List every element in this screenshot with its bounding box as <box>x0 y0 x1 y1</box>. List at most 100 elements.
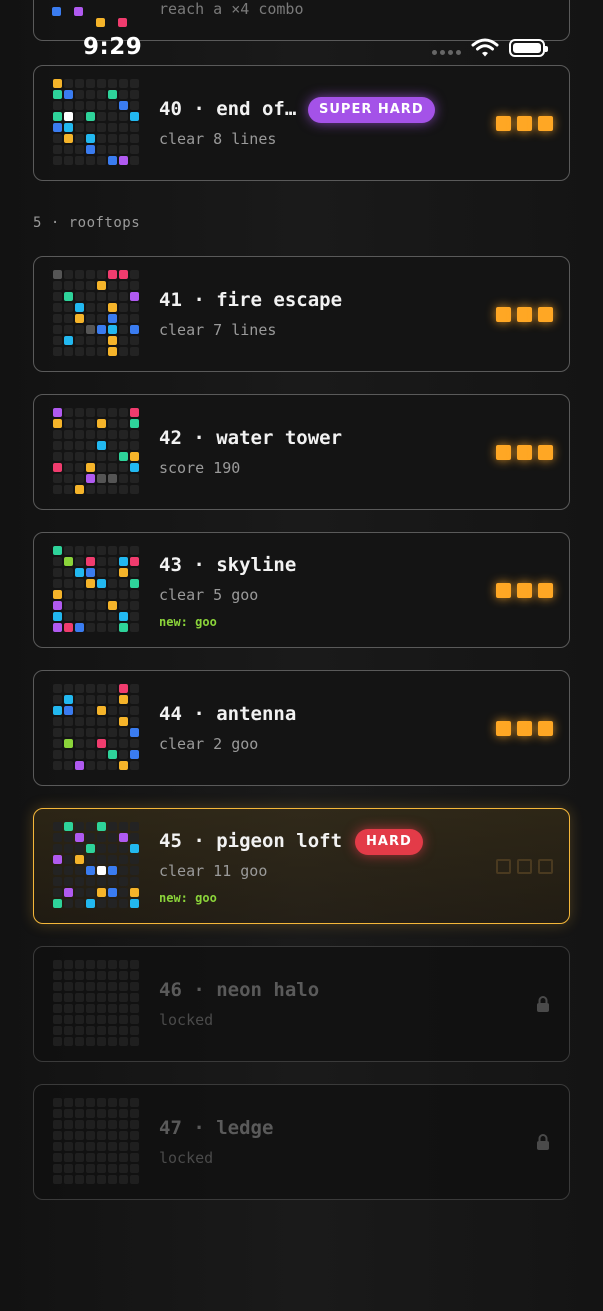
thumbnail-cell <box>53 844 62 853</box>
thumbnail-cell <box>97 419 106 428</box>
thumbnail-cell <box>130 1142 139 1151</box>
thumbnail-cell <box>130 408 139 417</box>
thumbnail-cell <box>119 281 128 290</box>
thumbnail-cell <box>86 750 95 759</box>
thumbnail-cell <box>86 134 95 143</box>
thumbnail-cell <box>75 717 84 726</box>
star-filled-icon <box>517 445 532 460</box>
thumbnail-cell <box>75 844 84 853</box>
level-thumbnail <box>52 269 140 357</box>
level-card[interactable]: 47 · ledge locked <box>33 1084 570 1200</box>
thumbnail-cell <box>97 1153 106 1162</box>
thumbnail-cell <box>119 1098 128 1107</box>
thumbnail-cell <box>97 281 106 290</box>
thumbnail-cell <box>108 419 117 428</box>
thumbnail-cell <box>53 899 62 908</box>
thumbnail-cell <box>108 347 117 356</box>
thumbnail-cell <box>86 971 95 980</box>
thumbnail-cell <box>64 1153 73 1162</box>
level-card[interactable]: 42 · water tower score 190 <box>33 394 570 510</box>
thumbnail-cell <box>75 430 84 439</box>
thumbnail-cell <box>53 292 62 301</box>
thumbnail-cell <box>64 888 73 897</box>
star-rating <box>496 721 553 736</box>
thumbnail-cell <box>108 452 117 461</box>
thumbnail-cell <box>97 844 106 853</box>
thumbnail-cell <box>86 1026 95 1035</box>
thumbnail-cell <box>130 557 139 566</box>
thumbnail-cell <box>64 112 73 121</box>
star-filled-icon <box>517 721 532 736</box>
thumbnail-cell <box>75 888 84 897</box>
thumbnail-cell <box>119 1004 128 1013</box>
level-thumbnail <box>52 821 140 909</box>
thumbnail-cell <box>130 336 139 345</box>
thumbnail-cell <box>64 1015 73 1024</box>
thumbnail-cell <box>86 761 95 770</box>
thumbnail-cell <box>75 485 84 494</box>
thumbnail-cell <box>108 695 117 704</box>
thumbnail-cell <box>64 557 73 566</box>
thumbnail-cell <box>86 695 95 704</box>
level-subtitle: locked <box>159 1011 214 1029</box>
thumbnail-cell <box>64 1004 73 1013</box>
level-card[interactable]: 45 · pigeon loft clear 11 goo new: goo HARD <box>33 808 570 924</box>
thumbnail-cell <box>130 90 139 99</box>
thumbnail-cell <box>75 1131 84 1140</box>
thumbnail-cell <box>97 855 106 864</box>
thumbnail-cell <box>53 134 62 143</box>
thumbnail-cell <box>108 579 117 588</box>
thumbnail-cell <box>86 90 95 99</box>
level-card[interactable]: 46 · neon halo locked <box>33 946 570 1062</box>
level-card[interactable]: 43 · skyline clear 5 goo new: goo <box>33 532 570 648</box>
thumbnail-cell <box>53 145 62 154</box>
thumbnail-cell <box>97 156 106 165</box>
lock-icon <box>536 995 550 1017</box>
thumbnail-cell <box>130 145 139 154</box>
battery-icon <box>509 39 548 57</box>
thumbnail-cell <box>75 134 84 143</box>
thumbnail-cell <box>75 123 84 132</box>
thumbnail-cell <box>97 822 106 831</box>
thumbnail-cell <box>53 822 62 831</box>
thumbnail-cell <box>53 347 62 356</box>
thumbnail-cell <box>130 706 139 715</box>
thumbnail-cell <box>86 993 95 1002</box>
thumbnail-cell <box>64 899 73 908</box>
thumbnail-cell <box>86 739 95 748</box>
thumbnail-cell <box>119 336 128 345</box>
thumbnail-cell <box>119 1142 128 1151</box>
thumbnail-cell <box>97 1098 106 1107</box>
thumbnail-cell <box>97 557 106 566</box>
thumbnail-cell <box>119 112 128 121</box>
level-card[interactable]: 41 · fire escape clear 7 lines <box>33 256 570 372</box>
thumbnail-cell <box>53 888 62 897</box>
thumbnail-cell <box>86 145 95 154</box>
thumbnail-cell <box>97 292 106 301</box>
level-title: 40 · end of… <box>159 98 297 120</box>
thumbnail-cell <box>108 1109 117 1118</box>
thumbnail-cell <box>130 270 139 279</box>
thumbnail-cell <box>53 877 62 886</box>
thumbnail-cell <box>75 303 84 312</box>
thumbnail-cell <box>86 1120 95 1129</box>
thumbnail-cell <box>86 960 95 969</box>
thumbnail-cell <box>75 1004 84 1013</box>
thumbnail-cell <box>75 325 84 334</box>
thumbnail-cell <box>119 971 128 980</box>
thumbnail-cell <box>53 568 62 577</box>
thumbnail-cell <box>75 1026 84 1035</box>
thumbnail-cell <box>97 590 106 599</box>
thumbnail-cell <box>97 101 106 110</box>
thumbnail-cell <box>53 408 62 417</box>
thumbnail-cell <box>86 612 95 621</box>
thumbnail-cell <box>108 1015 117 1024</box>
thumbnail-cell <box>86 601 95 610</box>
level-card[interactable]: 44 · antenna clear 2 goo <box>33 670 570 786</box>
thumbnail-cell <box>86 1175 95 1184</box>
thumbnail-cell <box>97 888 106 897</box>
thumbnail-cell <box>119 993 128 1002</box>
thumbnail-cell <box>64 474 73 483</box>
star-filled-icon <box>538 721 553 736</box>
thumbnail-cell <box>64 1142 73 1151</box>
